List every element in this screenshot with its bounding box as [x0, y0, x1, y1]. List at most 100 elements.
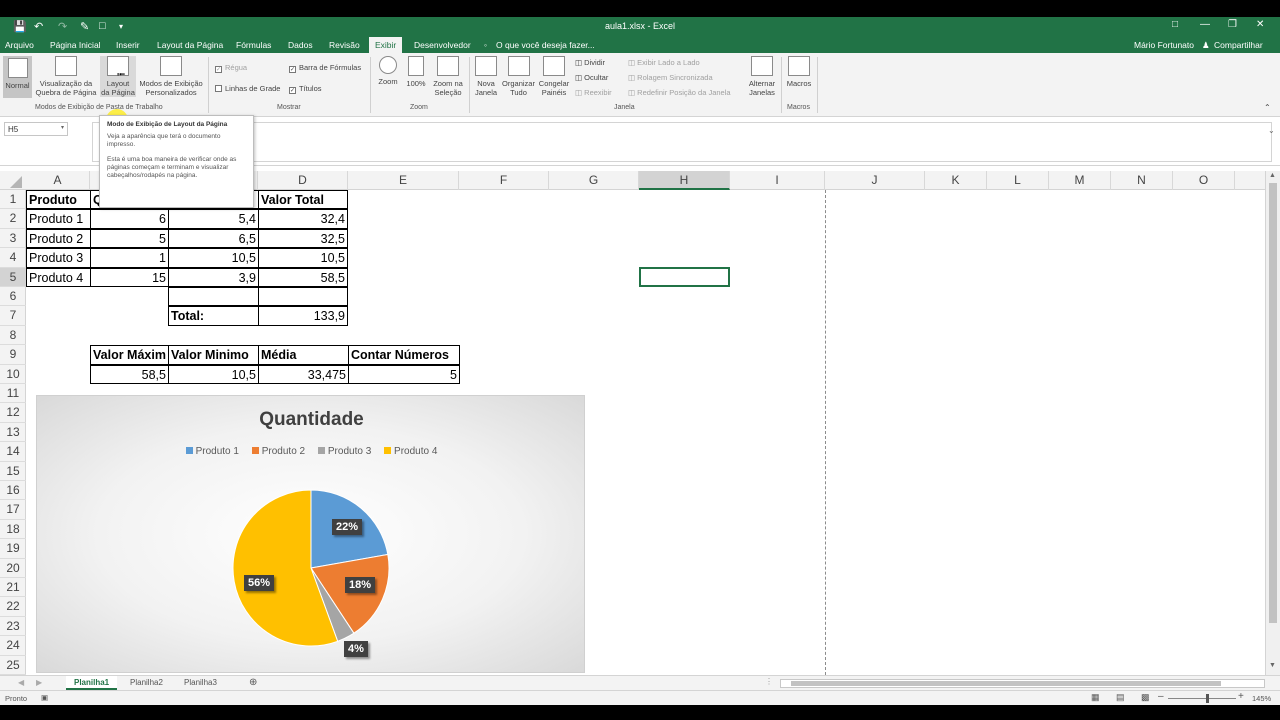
- cell-c7[interactable]: Total:: [168, 306, 259, 326]
- prev-sheet-icon[interactable]: ◀: [18, 678, 24, 687]
- row-header[interactable]: 2: [0, 209, 26, 229]
- row-header[interactable]: 18: [0, 520, 26, 540]
- vertical-scroll-thumb[interactable]: [1269, 183, 1277, 623]
- cell-b5[interactable]: 15: [90, 267, 169, 287]
- column-header-k[interactable]: K: [925, 171, 987, 190]
- row-header[interactable]: 8: [0, 326, 26, 346]
- name-box-dropdown-icon[interactable]: ▾: [61, 124, 64, 131]
- chart-title[interactable]: Quantidade: [37, 409, 586, 431]
- formula-input[interactable]: [92, 122, 1272, 162]
- cell-e9[interactable]: Contar Números: [348, 345, 460, 365]
- scroll-down-icon[interactable]: ▼: [1269, 662, 1276, 669]
- formula-bar-checkbox[interactable]: ✓ Barra de Fórmulas: [289, 63, 361, 73]
- cell-c2[interactable]: 5,4: [168, 209, 259, 229]
- scroll-up-icon[interactable]: ▲: [1269, 172, 1276, 179]
- tab-pagina-inicial[interactable]: Página Inicial: [50, 40, 101, 50]
- ruler-checkbox[interactable]: ✓ Régua: [215, 63, 247, 73]
- switch-windows-button[interactable]: Alternar Janelas: [745, 56, 779, 97]
- freeze-panes-button[interactable]: Congelar Painéis: [537, 56, 571, 97]
- cell-d4[interactable]: 10,5: [258, 248, 348, 268]
- tab-dados[interactable]: Dados: [288, 40, 313, 50]
- column-header-f[interactable]: F: [459, 171, 549, 190]
- macros-button[interactable]: Macros: [785, 56, 813, 88]
- cell-c6[interactable]: [168, 287, 259, 307]
- row-header[interactable]: 14: [0, 442, 26, 462]
- share-icon[interactable]: ♟: [1202, 40, 1210, 51]
- cell-b9[interactable]: Valor Máxim: [90, 345, 169, 365]
- expand-formula-bar-icon[interactable]: ⌄: [1268, 126, 1275, 135]
- zoom-out-icon[interactable]: –: [1158, 691, 1164, 702]
- row-header[interactable]: 25: [0, 656, 26, 675]
- zoom-slider[interactable]: [1168, 698, 1236, 699]
- collapse-ribbon-icon[interactable]: ⌃: [1264, 103, 1271, 112]
- column-header-d[interactable]: D: [258, 171, 348, 190]
- row-header[interactable]: 6: [0, 287, 26, 307]
- cell-c5[interactable]: 3,9: [168, 267, 259, 287]
- tab-inserir[interactable]: Inserir: [116, 40, 140, 50]
- row-header[interactable]: 22: [0, 597, 26, 617]
- cell-d7[interactable]: 133,9: [258, 306, 348, 326]
- horizontal-scrollbar[interactable]: [780, 679, 1265, 688]
- column-header-o[interactable]: O: [1173, 171, 1235, 190]
- cell-d2[interactable]: 32,4: [258, 209, 348, 229]
- tab-revisao[interactable]: Revisão: [329, 40, 360, 50]
- tell-me-search[interactable]: O que você deseja fazer...: [496, 40, 595, 50]
- sync-scroll-button[interactable]: ◫ Rolagem Sincronizada: [628, 73, 713, 82]
- row-header[interactable]: 3: [0, 229, 26, 249]
- cell-c10[interactable]: 10,5: [168, 364, 259, 384]
- zoom-button[interactable]: Zoom: [375, 56, 401, 86]
- row-header[interactable]: 1: [0, 190, 26, 210]
- cell-a5[interactable]: Produto 4: [26, 267, 91, 287]
- user-name[interactable]: Mário Fortunato: [1134, 40, 1194, 50]
- tab-arquivo[interactable]: Arquivo: [5, 40, 34, 50]
- maximize-icon[interactable]: ❐: [1228, 19, 1237, 30]
- column-header-h[interactable]: H: [639, 171, 730, 190]
- column-header-g[interactable]: G: [549, 171, 639, 190]
- cell-a4[interactable]: Produto 3: [26, 248, 91, 268]
- row-header[interactable]: 15: [0, 462, 26, 481]
- new-window-button[interactable]: Nova Janela: [472, 56, 500, 97]
- reset-position-button[interactable]: ◫ Redefinir Posição da Janela: [628, 88, 731, 97]
- page-layout-status-icon[interactable]: ▤: [1116, 692, 1125, 703]
- ribbon-display-icon[interactable]: □: [1172, 19, 1178, 30]
- row-header[interactable]: 16: [0, 481, 26, 501]
- cell-c9[interactable]: Valor Minimo: [168, 345, 259, 365]
- arrange-all-button[interactable]: Organizar Tudo: [501, 56, 536, 97]
- cell-e10[interactable]: 5: [348, 364, 460, 384]
- cell-b10[interactable]: 58,5: [90, 364, 169, 384]
- row-header[interactable]: 23: [0, 617, 26, 637]
- column-header-n[interactable]: N: [1111, 171, 1173, 190]
- row-header[interactable]: 19: [0, 539, 26, 559]
- row-header[interactable]: 4: [0, 248, 26, 268]
- name-box[interactable]: H5: [4, 122, 68, 136]
- row-header[interactable]: 24: [0, 636, 26, 656]
- page-break-status-icon[interactable]: ▩: [1141, 692, 1150, 703]
- cell-b4[interactable]: 1: [90, 248, 169, 268]
- column-header-a[interactable]: A: [26, 171, 90, 190]
- column-header-l[interactable]: L: [987, 171, 1049, 190]
- sheet-tab-planilha3[interactable]: Planilha3: [176, 676, 225, 690]
- share-button[interactable]: Compartilhar: [1214, 40, 1263, 50]
- row-header[interactable]: 11: [0, 384, 26, 404]
- normal-view-button[interactable]: Normal: [3, 56, 32, 98]
- split-button[interactable]: ◫ Dividir: [575, 58, 605, 67]
- zoom-100-button[interactable]: 100%: [404, 56, 428, 88]
- chart-legend[interactable]: Produto 1 Produto 2 Produto 3 Produto 4: [37, 446, 586, 457]
- cell-a1[interactable]: Produto: [26, 190, 91, 210]
- cell-a2[interactable]: Produto 1: [26, 209, 91, 229]
- cell-c3[interactable]: 6,5: [168, 228, 259, 249]
- cell-d10[interactable]: 33,475: [258, 364, 349, 384]
- row-header[interactable]: 20: [0, 559, 26, 578]
- cell-a3[interactable]: Produto 2: [26, 228, 91, 249]
- sheet-tab-planilha2[interactable]: Planilha2: [122, 676, 171, 690]
- select-all-icon[interactable]: [10, 176, 22, 188]
- column-header-j[interactable]: J: [825, 171, 925, 190]
- row-header[interactable]: 17: [0, 500, 26, 520]
- zoom-selection-button[interactable]: Zoom na Seleção: [430, 56, 466, 97]
- horizontal-scroll-thumb[interactable]: [791, 681, 1221, 686]
- cell-d9[interactable]: Média: [258, 345, 349, 365]
- row-header[interactable]: 10: [0, 365, 26, 384]
- next-sheet-icon[interactable]: ▶: [36, 678, 42, 687]
- zoom-in-icon[interactable]: +: [1238, 691, 1244, 702]
- zoom-slider-thumb[interactable]: [1206, 694, 1209, 703]
